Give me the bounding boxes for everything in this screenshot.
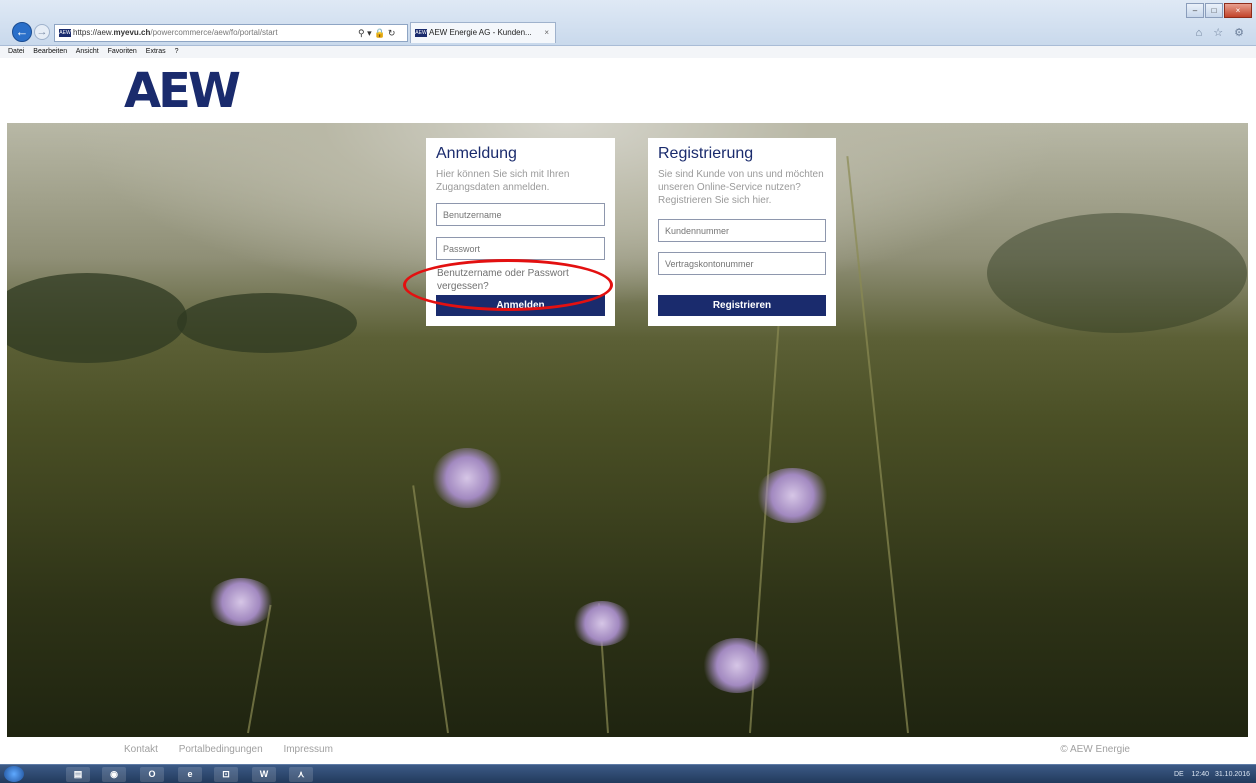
teamviewer-icon[interactable]: ⊡ <box>214 767 238 782</box>
login-title: Anmeldung <box>436 145 517 162</box>
favicon-icon: AEW <box>59 28 71 37</box>
tab-favicon-icon: AEW <box>415 28 427 37</box>
minimize-button[interactable]: – <box>1186 3 1204 18</box>
footer-link-kontakt[interactable]: Kontakt <box>124 744 158 755</box>
system-tray[interactable]: DE 12:40 31.10.2016 <box>1174 768 1250 781</box>
username-input[interactable] <box>436 203 605 226</box>
registration-card: Registrierung Sie sind Kunde von uns und… <box>648 138 836 326</box>
menu-help[interactable]: ? <box>175 48 179 55</box>
window-controls: – □ × <box>1185 3 1252 19</box>
registration-description: Sie sind Kunde von uns und möchten unser… <box>658 169 824 206</box>
url-domain: myevu.ch <box>113 28 151 37</box>
thistle-flower <box>432 448 502 508</box>
back-button[interactable]: ← <box>12 22 32 42</box>
close-window-button[interactable]: × <box>1224 3 1252 18</box>
url-path: /powercommerce/aew/fo/portal/start <box>150 28 278 37</box>
maximize-button[interactable]: □ <box>1205 3 1223 18</box>
browser-titlebar: ← → AEW https://aew.myevu.ch/powercommerc… <box>0 0 1256 46</box>
tab-close-icon[interactable]: × <box>544 23 549 43</box>
media-player-icon[interactable]: ◉ <box>102 767 126 782</box>
login-description: Hier können Sie sich mit Ihren Zugangsda… <box>436 169 570 193</box>
start-button-icon[interactable] <box>4 766 24 782</box>
customer-number-input[interactable] <box>658 219 826 242</box>
copyright-text: © AEW Energie <box>1060 744 1130 755</box>
thistle-flower <box>572 601 632 646</box>
tab-title: AEW Energie AG - Kunden... <box>429 28 532 37</box>
annotation-highlight-ellipse <box>403 259 613 311</box>
password-input[interactable] <box>436 237 605 260</box>
url-prefix: https://aew. <box>73 28 114 37</box>
registration-title: Registrierung <box>658 145 754 162</box>
tree-silhouette <box>7 273 187 363</box>
explorer-icon[interactable]: ▤ <box>66 767 90 782</box>
thistle-flower <box>207 578 275 626</box>
address-bar[interactable]: AEW https://aew.myevu.ch/powercommerce/ae… <box>54 24 408 42</box>
page-footer: Kontakt Portalbedingungen Impressum © AE… <box>0 737 1256 764</box>
clock-time[interactable]: 12:40 <box>1191 771 1209 778</box>
menu-bearbeiten[interactable]: Bearbeiten <box>33 48 67 55</box>
pdf-reader-icon[interactable]: ⋏ <box>289 767 313 782</box>
language-indicator[interactable]: DE <box>1174 771 1184 778</box>
windows-taskbar: ▤ ◉ O e ⊡ W ⋏ DE 12:40 31.10.2016 <box>0 764 1256 783</box>
aew-logo[interactable]: AEW <box>124 66 241 116</box>
internet-explorer-icon[interactable]: e <box>178 767 202 782</box>
register-button[interactable]: Registrieren <box>658 295 826 316</box>
menu-bar: Datei Bearbeiten Ansicht Favoriten Extra… <box>0 46 1256 58</box>
footer-link-portalbedingungen[interactable]: Portalbedingungen <box>179 744 263 755</box>
browser-tab[interactable]: AEW AEW Energie AG - Kunden... × <box>410 22 556 43</box>
footer-links: Kontakt Portalbedingungen Impressum <box>124 744 351 755</box>
home-favorites-settings-icons[interactable]: ⌂ ☆ ⚙ <box>1196 26 1248 39</box>
forward-button[interactable]: → <box>34 24 50 40</box>
menu-datei[interactable]: Datei <box>8 48 24 55</box>
grass-stem <box>846 156 909 734</box>
footer-link-impressum[interactable]: Impressum <box>283 744 332 755</box>
thistle-flower <box>755 468 830 523</box>
address-bar-icons[interactable]: ⚲ ▾ 🔒 ↻ <box>358 24 395 42</box>
clock-date[interactable]: 31.10.2016 <box>1215 771 1250 778</box>
hero-meadow-image <box>7 123 1248 737</box>
grass-stem <box>412 485 449 734</box>
menu-extras[interactable]: Extras <box>146 48 166 55</box>
tree-silhouette <box>177 293 357 353</box>
menu-favoriten[interactable]: Favoriten <box>108 48 137 55</box>
contract-number-input[interactable] <box>658 252 826 275</box>
menu-ansicht[interactable]: Ansicht <box>76 48 99 55</box>
thistle-flower <box>702 638 772 693</box>
word-icon[interactable]: W <box>252 767 276 782</box>
tree-silhouette <box>987 213 1247 333</box>
outlook-icon[interactable]: O <box>140 767 164 782</box>
